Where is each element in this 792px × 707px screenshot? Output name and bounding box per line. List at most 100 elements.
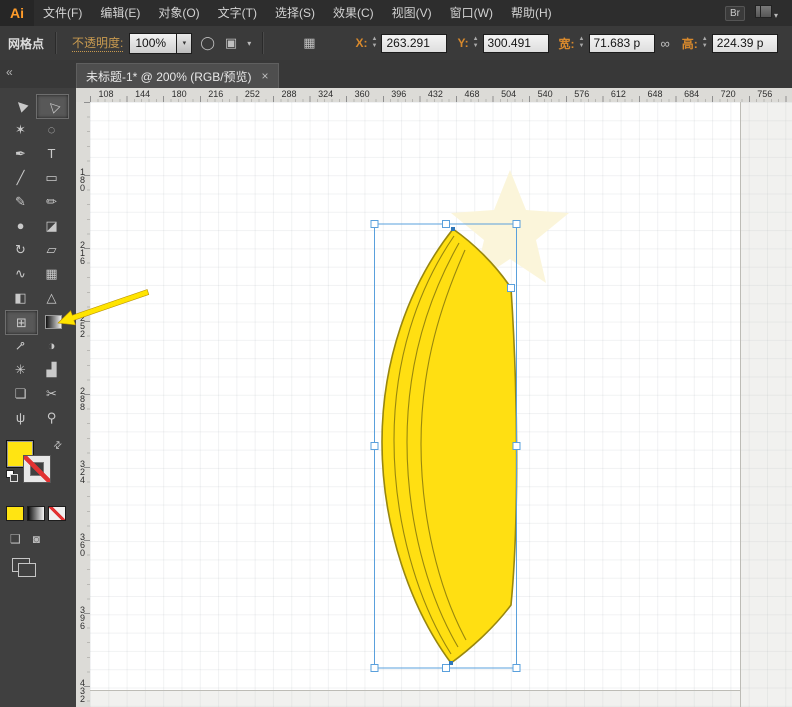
- zoom-tool-icon: ⚲: [47, 410, 57, 426]
- fill-stroke-swatches: ⇄: [6, 440, 70, 488]
- y-input[interactable]: 300.491: [483, 34, 549, 53]
- artboard-tool[interactable]: ❏: [5, 382, 36, 405]
- artboard-tool-icon: ❏: [15, 386, 27, 402]
- blend-tool[interactable]: ◑: [36, 334, 67, 357]
- none-button[interactable]: [48, 506, 66, 521]
- pencil-tool[interactable]: ✏: [36, 190, 67, 213]
- h-ruler-label: 324: [318, 89, 333, 99]
- chevron-down-icon[interactable]: ▾: [176, 34, 191, 53]
- collapse-panel-icon[interactable]: «: [6, 65, 13, 79]
- menu-effect[interactable]: 效果(C): [324, 6, 383, 20]
- workspace-switcher[interactable]: ▾: [755, 5, 778, 21]
- workspace-icon: [755, 5, 772, 18]
- menu-bar-right: Br ▾: [725, 5, 792, 21]
- menu-edit[interactable]: 编辑(E): [91, 6, 149, 20]
- menu-type[interactable]: 文字(T): [209, 6, 266, 20]
- shape-builder-tool-icon: ◧: [14, 290, 26, 306]
- zoom-tool[interactable]: ⚲: [36, 406, 67, 429]
- menu-select[interactable]: 选择(S): [266, 6, 324, 20]
- swap-fill-stroke-icon[interactable]: ⇄: [51, 439, 65, 453]
- vertical-ruler[interactable]: 180216252288324360396432: [76, 102, 91, 707]
- rectangle-tool[interactable]: ▭: [36, 166, 67, 189]
- draw-inside-icon[interactable]: ◙: [33, 532, 40, 546]
- color-button[interactable]: [6, 506, 24, 521]
- menu-file[interactable]: 文件(F): [34, 6, 91, 20]
- symbol-sprayer-tool[interactable]: ✳: [5, 358, 36, 381]
- eyedropper-tool-icon: ⊸: [11, 336, 30, 355]
- h-ruler-label: 468: [464, 89, 479, 99]
- draw-normal-icon[interactable]: ❑: [10, 532, 21, 546]
- banana-shape[interactable]: [382, 229, 517, 663]
- gradient-tool[interactable]: [38, 310, 69, 333]
- rotate-tool[interactable]: ↻: [5, 238, 36, 261]
- separator: [55, 32, 57, 54]
- blob-brush-tool[interactable]: ●: [5, 214, 36, 237]
- eyedropper-tool[interactable]: ⊸: [5, 334, 36, 357]
- app-logo: Ai: [0, 0, 34, 26]
- menu-bar: Ai 文件(F)编辑(E)对象(O)文字(T)选择(S)效果(C)视图(V)窗口…: [0, 0, 792, 27]
- free-transform-tool[interactable]: ▦: [36, 262, 67, 285]
- constrain-proportions-icon[interactable]: ∞: [659, 36, 672, 51]
- opacity-dropdown[interactable]: 100% ▾: [129, 33, 192, 54]
- column-graph-tool[interactable]: ▟: [36, 358, 67, 381]
- magic-wand-tool[interactable]: ✶: [5, 118, 36, 141]
- stroke-swatch[interactable]: [23, 455, 51, 483]
- width-input[interactable]: 71.683 p: [589, 34, 655, 53]
- x-stepper[interactable]: ▲▼: [372, 36, 378, 50]
- menu-help[interactable]: 帮助(H): [502, 6, 561, 20]
- width-stepper[interactable]: ▲▼: [579, 36, 585, 50]
- shape-builder-tool[interactable]: ◧: [5, 286, 36, 309]
- recolor-artwork-icon[interactable]: ◯: [198, 35, 217, 51]
- reference-point-grid-icon[interactable]: ▦: [301, 35, 317, 51]
- default-fill-stroke-icon[interactable]: [6, 470, 18, 482]
- document-tab[interactable]: 未标题-1* @ 200% (RGB/预览) ×: [76, 63, 279, 88]
- chevron-down-icon: ▾: [774, 11, 778, 20]
- y-stepper[interactable]: ▲▼: [473, 36, 479, 50]
- eraser-tool-icon: ◪: [45, 218, 57, 234]
- mesh-tool[interactable]: ⊞: [5, 310, 38, 335]
- close-icon[interactable]: ×: [262, 69, 269, 83]
- lasso-tool[interactable]: ◌: [36, 118, 67, 141]
- canvas[interactable]: [90, 102, 792, 707]
- mesh-tool-icon: ⊞: [16, 315, 27, 331]
- slice-tool[interactable]: ✂: [36, 382, 67, 405]
- height-input[interactable]: 224.39 p: [712, 34, 778, 53]
- pen-tool[interactable]: ✒: [5, 142, 36, 165]
- perspective-grid-tool-icon: △: [47, 290, 57, 306]
- selection-tool[interactable]: ▶: [5, 94, 36, 117]
- direct-selection-tool[interactable]: ▷: [36, 94, 69, 119]
- perspective-grid-tool[interactable]: △: [36, 286, 67, 309]
- width-tool-icon: ∿: [15, 266, 26, 282]
- gradient-tool-icon: [45, 315, 62, 329]
- gradient-button[interactable]: [27, 506, 45, 521]
- eraser-tool[interactable]: ◪: [36, 214, 67, 237]
- scale-tool[interactable]: ▱: [36, 238, 67, 261]
- hand-tool[interactable]: ψ: [5, 406, 36, 429]
- menu-view[interactable]: 视图(V): [383, 6, 441, 20]
- screen-mode-icon[interactable]: [12, 558, 30, 572]
- menu-window[interactable]: 窗口(W): [441, 6, 502, 20]
- type-tool[interactable]: T: [36, 142, 67, 165]
- rotate-tool-icon: ↻: [15, 242, 26, 258]
- width-tool[interactable]: ∿: [5, 262, 36, 285]
- chevron-down-icon[interactable]: ▾: [247, 39, 251, 48]
- v-ruler-label: 288: [76, 387, 89, 411]
- ruler-corner[interactable]: [76, 88, 91, 103]
- v-ruler-label: 396: [76, 606, 89, 630]
- separator: [262, 32, 264, 54]
- line-segment-tool[interactable]: ╱: [5, 166, 36, 189]
- lasso-tool-icon: ◌: [48, 122, 56, 137]
- height-stepper[interactable]: ▲▼: [702, 36, 708, 50]
- menu-object[interactable]: 对象(O): [149, 6, 208, 20]
- direct-selection-tool-icon: ▷: [43, 97, 61, 115]
- x-input[interactable]: 263.291: [381, 34, 447, 53]
- horizontal-ruler[interactable]: 1081441802162522883243603964324685045405…: [90, 88, 792, 103]
- paintbrush-tool[interactable]: ✎: [5, 190, 36, 213]
- appearance-icon[interactable]: ▣: [223, 35, 239, 51]
- tools-panel: ▶ ▷ ✶ ◌ ✒ T╱▭✎✏● ◪ ↻ ▱ ∿ ▦ ◧ △ ⊞ ⊸ ◑✳▟ ❏ ✂ψ ⚲ ⇄ ❑ ◙: [0, 88, 77, 707]
- magic-wand-tool-icon: ✶: [15, 122, 26, 138]
- pen-tool-icon: ✒: [15, 146, 26, 162]
- opacity-label[interactable]: 不透明度:: [72, 34, 123, 52]
- none-slash-icon: [24, 456, 50, 482]
- bridge-button[interactable]: Br: [725, 6, 745, 21]
